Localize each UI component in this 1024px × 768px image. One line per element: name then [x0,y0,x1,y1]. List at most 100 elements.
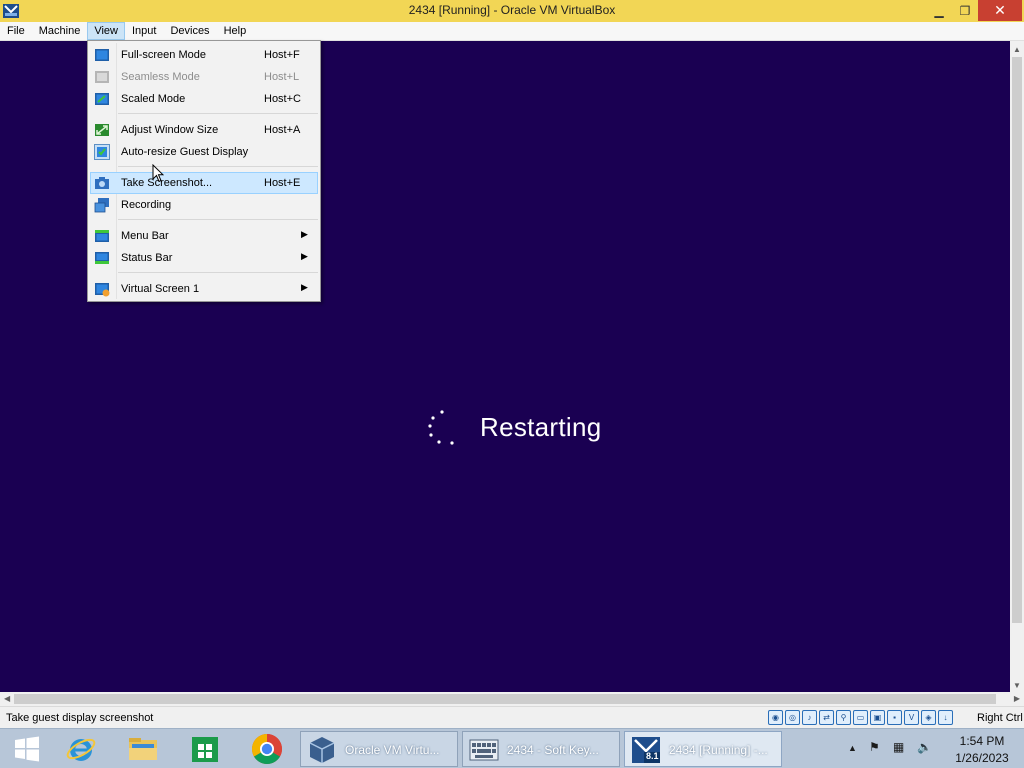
menu-separator [118,219,318,220]
menu-item-label: Menu Bar [121,230,169,242]
title-bar: 2434 [Running] - Oracle VM VirtualBox ▁ … [0,0,1024,22]
submenu-arrow-icon: ▶ [301,282,308,292]
scroll-left-icon[interactable]: ◀ [4,694,10,703]
menu-item-shortcut: Host+F [264,49,300,61]
menu-item-recording[interactable]: Recording [90,194,318,216]
menu-bar: File Machine View Input Devices Help [0,22,1024,41]
seamless-icon [95,71,109,83]
taskbar-file-explorer[interactable] [116,731,170,767]
menu-item-label: Status Bar [121,252,173,264]
menu-item-take-screenshot[interactable]: Take Screenshot... Host+E [90,172,318,194]
scroll-down-icon[interactable]: ▼ [1013,681,1021,690]
vertical-scrollbar[interactable]: ▲ ▼ [1010,41,1024,692]
shared-folder-icon[interactable]: ▭ [853,710,868,725]
menu-item-scaled[interactable]: Scaled Mode Host+C [90,88,318,110]
camera-icon [95,177,109,189]
view-menu-dropdown: Full-screen Mode Host+F Seamless Mode Ho… [87,40,321,302]
menu-separator [118,272,318,273]
hard-disk-icon[interactable]: ◉ [768,710,783,725]
network-icon[interactable]: ▦ [893,740,904,754]
taskbar-task-vm-running[interactable]: 2434 [Running] -... 8.1 [624,731,782,767]
restarting-message: Restarting [480,412,602,442]
taskbar-internet-explorer[interactable] [54,731,108,767]
taskbar-store[interactable] [178,731,232,767]
menu-item-label: Seamless Mode [121,71,200,83]
keyboard-capture-icon[interactable]: ↓ [938,710,953,725]
loading-spinner-icon [428,410,454,445]
menu-item-status-bar[interactable]: Status Bar ▶ [90,247,318,269]
horizontal-scroll-thumb[interactable] [14,694,996,704]
horizontal-scrollbar[interactable]: ◀ ▶ [0,692,1020,706]
store-icon [192,737,218,762]
show-hidden-icons-chevron-icon[interactable]: ▲ [848,743,857,753]
menu-bar-icon [95,230,109,242]
status-indicators: ◉ ◎ ♪ ⇄ ⚲ ▭ ▣ ▪ V ◈ ↓ [768,710,953,725]
menu-item-auto-resize[interactable]: Auto-resize Guest Display [90,141,318,163]
menu-machine[interactable]: Machine [32,22,88,40]
task-label: 2434 [Running] -... [669,743,768,757]
menu-input[interactable]: Input [125,22,163,40]
menu-item-fullscreen[interactable]: Full-screen Mode Host+F [90,44,318,66]
menu-help[interactable]: Help [217,22,254,40]
menu-item-label: Recording [121,199,172,211]
display-icon[interactable]: ▣ [870,710,885,725]
menu-item-shortcut: Host+C [264,93,301,105]
menu-separator [118,166,318,167]
scroll-up-icon[interactable]: ▲ [1013,45,1021,54]
audio-icon[interactable]: ♪ [802,710,817,725]
taskbar-chrome[interactable] [240,731,294,767]
keyboard-icon [469,739,499,761]
start-button[interactable] [0,731,54,767]
close-button[interactable]: ✕ [978,0,1022,21]
menu-file[interactable]: File [0,22,32,40]
menu-item-virtual-screen[interactable]: Virtual Screen 1 ▶ [90,278,318,300]
adjust-window-icon [95,124,109,136]
menu-item-shortcut: Host+E [264,177,301,189]
host-key-label: Right Ctrl [977,712,1023,724]
taskbar-task-soft-keyboard[interactable]: 2434 - Soft Key... [462,731,620,767]
status-bar: Take guest display screenshot ◉ ◎ ♪ ⇄ ⚲ … [0,706,1024,728]
menu-item-label: Take Screenshot... [121,177,213,189]
menu-item-label: Full-screen Mode [121,49,206,61]
vm-os-badge: 8.1 [646,751,659,761]
recording-icon [94,198,109,213]
restore-button[interactable]: ❐ [952,0,978,21]
menu-item-menu-bar[interactable]: Menu Bar ▶ [90,225,318,247]
clock-time: 1:54 PM [959,734,1005,748]
taskbar-task-virtualbox-manager[interactable]: Oracle VM Virtu... [300,731,458,767]
mouse-integration-icon[interactable]: ◈ [921,710,936,725]
windows-logo-icon [15,736,39,762]
menu-item-label: Adjust Window Size [121,124,219,136]
volume-icon[interactable]: 🔈 [917,740,932,754]
submenu-arrow-icon: ▶ [301,251,308,261]
taskbar-clock[interactable]: 1:54 PM 1/26/2023 [942,733,1022,767]
fullscreen-icon [95,49,109,61]
menu-item-label: Auto-resize Guest Display [121,146,249,158]
folder-icon [129,738,157,760]
status-message: Take guest display screenshot [6,712,154,724]
menu-item-shortcut: Host+A [264,124,301,136]
action-center-flag-icon[interactable]: ⚑ [869,740,880,754]
scaled-mode-icon [95,93,109,105]
menu-separator [118,113,318,114]
vertical-scroll-thumb[interactable] [1012,57,1022,623]
mouse-cursor-icon [152,164,164,183]
task-label: Oracle VM Virtu... [345,743,440,757]
menu-view[interactable]: View [87,22,125,40]
recording-icon[interactable]: ▪ [887,710,902,725]
taskbar: Oracle VM Virtu... 2434 - Soft Key... 24… [0,728,1024,768]
internet-explorer-icon [66,738,96,761]
vt-x-icon[interactable]: V [904,710,919,725]
optical-drive-icon[interactable]: ◎ [785,710,800,725]
menu-item-shortcut: Host+L [264,71,300,83]
network-icon[interactable]: ⇄ [819,710,834,725]
menu-item-seamless[interactable]: Seamless Mode Host+L [90,66,318,88]
window-title: 2434 [Running] - Oracle VM VirtualBox [408,3,616,17]
status-bar-icon [95,252,109,264]
scroll-right-icon[interactable]: ▶ [1014,694,1020,703]
chrome-icon [251,734,283,765]
usb-icon[interactable]: ⚲ [836,710,851,725]
minimize-button[interactable]: ▁ [926,0,952,21]
menu-devices[interactable]: Devices [163,22,216,40]
menu-item-adjust-window-size[interactable]: Adjust Window Size Host+A [90,119,318,141]
